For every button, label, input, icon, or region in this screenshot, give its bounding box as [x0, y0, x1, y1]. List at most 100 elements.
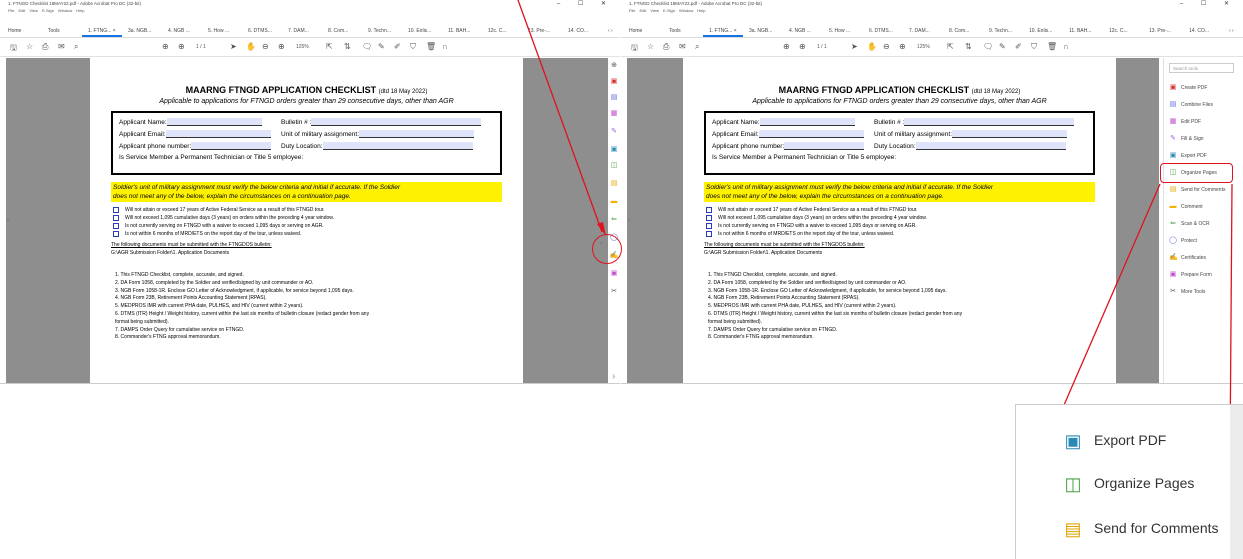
- zoom-out-icon[interactable]: ⊖: [883, 42, 890, 51]
- tool-more-tools[interactable]: ✂ More Tools: [1169, 287, 1205, 297]
- scan-icon[interactable]: ⇐: [609, 216, 619, 224]
- zoom-in-icon[interactable]: ⊕: [278, 42, 285, 51]
- page-number-field[interactable]: 1 / 1: [817, 44, 827, 50]
- tab-tools[interactable]: Tools: [42, 15, 82, 37]
- fill-sign-icon[interactable]: ✎: [609, 128, 619, 136]
- zoom-in-icon[interactable]: ⊕: [899, 42, 906, 51]
- select-cursor-icon[interactable]: ➤: [851, 42, 858, 51]
- tool-comment[interactable]: ▬ Comment: [1169, 202, 1203, 212]
- menu-window[interactable]: Window: [679, 8, 693, 13]
- tool-fill-sign[interactable]: ✎ Fill & Sign: [1169, 134, 1203, 144]
- tool-prepare-form[interactable]: ▣ Prepare Form: [1169, 270, 1212, 280]
- tab-document[interactable]: 11. BAH...: [1063, 15, 1103, 37]
- search-icon[interactable]: ⌕: [74, 42, 78, 52]
- document-viewer[interactable]: MAARNG FTNGD APPLICATION CHECKLIST (dtd …: [6, 58, 608, 383]
- checkbox[interactable]: [113, 206, 119, 213]
- zoom-icon[interactable]: ⊕: [609, 62, 619, 70]
- tab-document[interactable]: 3a. NGB...: [122, 15, 162, 37]
- tab-document[interactable]: 7. DAM...: [903, 15, 943, 37]
- tab-document[interactable]: 12c. C...: [1103, 15, 1143, 37]
- stamp-icon[interactable]: ⛉: [410, 42, 416, 52]
- tool-protect[interactable]: ◯ Protect: [1169, 236, 1197, 246]
- tool-combine-files[interactable]: ▤ Combine Files: [1169, 100, 1213, 110]
- tab-document[interactable]: 8. Com...: [943, 15, 983, 37]
- page-down-icon[interactable]: ⊕: [799, 42, 806, 51]
- checkbox[interactable]: [706, 230, 712, 237]
- tool-edit-pdf[interactable]: ▦ Edit PDF: [1169, 117, 1201, 127]
- unit-field[interactable]: [359, 130, 475, 138]
- tab-scroll-arrows[interactable]: ‹ ›: [1223, 15, 1243, 37]
- tab-document-active[interactable]: 1. FTNG... ×: [703, 15, 743, 37]
- print-icon[interactable]: ⎙: [42, 42, 48, 52]
- checkbox[interactable]: [113, 230, 119, 237]
- save-icon[interactable]: 🖫: [631, 42, 638, 56]
- tool-export-pdf[interactable]: ▣ Export PDF: [1169, 151, 1207, 161]
- comment-icon[interactable]: ▬: [609, 198, 619, 206]
- window-controls[interactable]: – ☐ ✕: [557, 0, 614, 7]
- share-icon[interactable]: ∩: [442, 42, 448, 51]
- highlight-icon[interactable]: ✐: [394, 42, 401, 51]
- save-icon[interactable]: 🖫: [10, 42, 17, 56]
- page-down-icon[interactable]: ⊕: [178, 42, 185, 51]
- print-icon[interactable]: ⎙: [663, 42, 669, 52]
- zoom-send-for-comments[interactable]: ▤ Send for Comments: [1062, 513, 1218, 543]
- create-pdf-icon[interactable]: ▣: [609, 78, 619, 86]
- tab-document[interactable]: 9. Techn...: [362, 15, 402, 37]
- document-viewer[interactable]: MAARNG FTNGD APPLICATION CHECKLIST (dtd …: [627, 58, 1159, 383]
- checkbox[interactable]: [113, 222, 119, 229]
- bulletin-field[interactable]: [904, 118, 1075, 126]
- tab-document[interactable]: 6. DTMS...: [242, 15, 282, 37]
- tab-document[interactable]: 14. CO...: [1183, 15, 1223, 37]
- tab-home[interactable]: Home: [621, 15, 663, 37]
- send-comments-icon[interactable]: ▤: [609, 180, 619, 188]
- tool-scan-ocr[interactable]: ⇐ Scan & OCR: [1169, 219, 1210, 229]
- tab-document[interactable]: 14. CO...: [562, 15, 602, 37]
- tab-document[interactable]: 4. NGB ...: [783, 15, 823, 37]
- menu-window[interactable]: Window: [58, 8, 72, 13]
- scrollbar[interactable]: [1230, 405, 1243, 559]
- comment-icon[interactable]: 🗨: [362, 42, 372, 51]
- comment-icon[interactable]: 🗨: [983, 42, 993, 51]
- mail-icon[interactable]: ✉: [58, 42, 65, 51]
- star-icon[interactable]: ☆: [26, 42, 33, 51]
- checkbox[interactable]: [113, 214, 119, 221]
- checkbox[interactable]: [706, 222, 712, 229]
- tab-document[interactable]: 10. Enlis...: [1023, 15, 1063, 37]
- delete-icon[interactable]: 🗑: [426, 42, 436, 51]
- tab-document[interactable]: 7. DAM...: [282, 15, 322, 37]
- tool-create-pdf[interactable]: ▣ Create PDF: [1169, 83, 1208, 93]
- phone-field[interactable]: [784, 142, 865, 150]
- combine-files-icon[interactable]: ▤: [609, 94, 619, 102]
- page-up-icon[interactable]: ⊕: [783, 42, 790, 51]
- tab-document[interactable]: 13. Pre-...: [1143, 15, 1183, 37]
- share-icon[interactable]: ∩: [1063, 42, 1069, 51]
- mail-icon[interactable]: ✉: [679, 42, 686, 51]
- star-icon[interactable]: ☆: [647, 42, 654, 51]
- tab-scroll-arrows[interactable]: ‹ ›: [602, 15, 620, 37]
- tab-document[interactable]: 3a. NGB...: [743, 15, 783, 37]
- tab-document[interactable]: 9. Techn...: [983, 15, 1023, 37]
- page-up-icon[interactable]: ⊕: [162, 42, 169, 51]
- more-tools-icon[interactable]: ✂: [609, 288, 619, 296]
- tools-search-input[interactable]: Search tools: [1169, 63, 1234, 73]
- prepare-form-icon[interactable]: ▣: [609, 270, 619, 278]
- tab-tools[interactable]: Tools: [663, 15, 703, 37]
- tab-document-active[interactable]: 1. FTNG... ×: [82, 15, 122, 37]
- phone-field[interactable]: [191, 142, 272, 150]
- tab-document[interactable]: 4. NGB ...: [162, 15, 202, 37]
- menu-file[interactable]: File: [8, 8, 14, 13]
- tool-certificates[interactable]: ✍ Certificates: [1169, 253, 1206, 263]
- menu-esign[interactable]: E-Sign: [663, 8, 675, 13]
- left-panel-arrow-icon[interactable]: ›: [7, 218, 9, 224]
- page-number-field[interactable]: 1 / 1: [196, 44, 206, 50]
- zoom-organize-pages[interactable]: ◫ Organize Pages: [1062, 468, 1194, 498]
- fit-page-icon[interactable]: ⇱: [326, 42, 333, 51]
- highlight-icon[interactable]: ✐: [1015, 42, 1022, 51]
- zoom-level[interactable]: 125%: [296, 44, 309, 50]
- tool-send-for-comments[interactable]: ▤ Send for Comments: [1169, 185, 1226, 195]
- window-controls[interactable]: – ☐ ✕: [1180, 0, 1237, 7]
- applicant-email-field[interactable]: [758, 130, 864, 138]
- applicant-email-field[interactable]: [165, 130, 271, 138]
- menu-edit[interactable]: Edit: [18, 8, 25, 13]
- tab-document[interactable]: 5. How ...: [202, 15, 242, 37]
